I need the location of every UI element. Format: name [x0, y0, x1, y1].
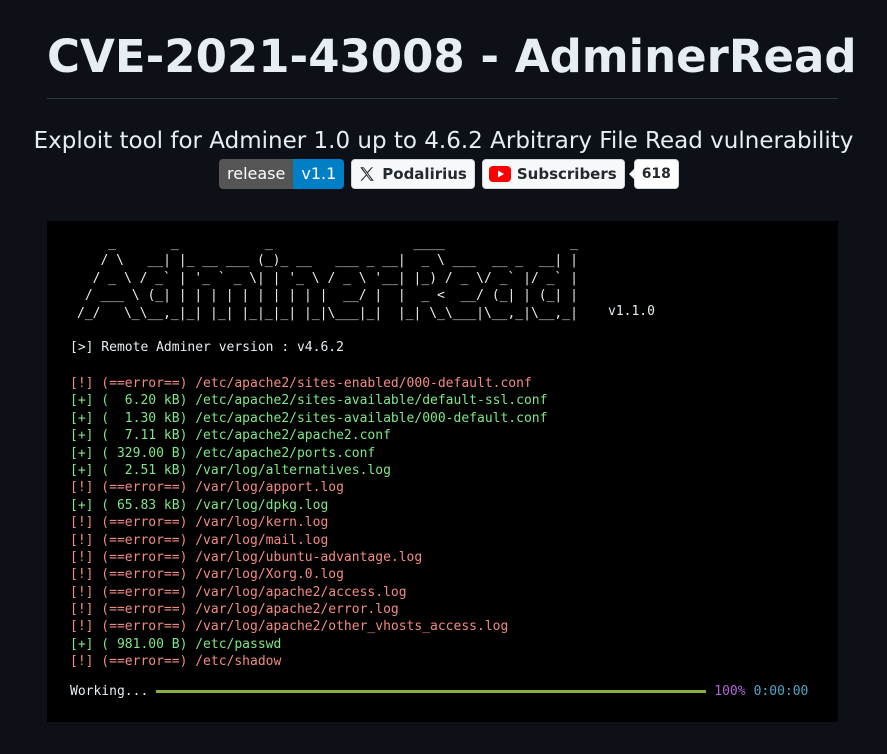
log-line: [!] (==error==) /var/log/apache2/access.…: [70, 584, 407, 600]
x-follow-badge[interactable]: Podalirius: [351, 159, 475, 189]
log-line: [!] (==error==) /var/log/apport.log: [70, 480, 344, 496]
badge-row: release v1.1 Podalirius Subscribers 618: [219, 159, 679, 189]
log-line: [+] ( 6.20 kB) /etc/apache2/sites-availa…: [70, 393, 548, 409]
progress-row: Working... 100% 0:00:00: [70, 683, 830, 700]
count-pointer: [628, 168, 635, 180]
youtube-count-bubble: 618: [628, 159, 679, 189]
log-line: [!] (==error==) /var/log/apache2/other_v…: [70, 619, 509, 635]
log-line: [!] (==error==) /etc/apache2/sites-enabl…: [70, 376, 532, 391]
title-divider: [47, 98, 838, 99]
log-line: [+] ( 7.11 kB) /etc/apache2/apache2.conf: [70, 428, 391, 444]
log-line: [+] ( 981.00 B) /etc/passwd: [70, 636, 282, 652]
ascii-art-banner: _ _ _ ____ _ / \ __| |_ __ ___ (_)_ __ _…: [77, 236, 578, 321]
progress-percent: 100%: [714, 684, 746, 699]
log-line: [!] (==error==) /var/log/ubuntu-advantag…: [70, 549, 423, 565]
log-line: [!] (==error==) /var/log/kern.log: [70, 515, 329, 531]
page-title: CVE-2021-43008 - AdminerRead: [47, 30, 857, 83]
youtube-subscriber-count: 618: [633, 159, 679, 189]
remote-version-line: [>] Remote Adminer version : v4.6.2: [70, 340, 344, 355]
tool-version: v1.1.0: [608, 304, 655, 319]
page-subtitle: Exploit tool for Adminer 1.0 up to 4.6.2…: [33, 128, 854, 154]
release-badge[interactable]: release v1.1: [219, 159, 345, 189]
terminal-output: _ _ _ ____ _ / \ __| |_ __ ___ (_)_ __ _…: [47, 221, 838, 722]
file-read-log: [!] (==error==) /etc/apache2/sites-enabl…: [70, 375, 547, 671]
log-line: [!] (==error==) /var/log/apache2/error.l…: [70, 602, 399, 618]
log-line: [+] ( 65.83 kB) /var/log/dpkg.log: [70, 497, 329, 513]
log-line: [+] ( 329.00 B) /etc/apache2/ports.conf: [70, 445, 376, 461]
x-handle-label: Podalirius: [382, 165, 467, 183]
progress-label: Working...: [70, 684, 149, 699]
release-badge-version: v1.1: [293, 159, 345, 189]
youtube-label: Subscribers: [516, 165, 617, 183]
log-line: [+] ( 2.51 kB) /var/log/alternatives.log: [70, 462, 391, 478]
release-badge-label: release: [219, 159, 294, 189]
progress-bar: [156, 690, 707, 693]
log-line: [!] (==error==) /etc/shadow: [70, 654, 282, 670]
log-line: [!] (==error==) /var/log/Xorg.0.log: [70, 567, 344, 583]
log-line: [+] ( 1.30 kB) /etc/apache2/sites-availa…: [70, 410, 548, 426]
youtube-logo-icon: [488, 166, 511, 182]
youtube-subscribers-badge[interactable]: Subscribers: [481, 159, 625, 189]
progress-bar-fill: [156, 690, 707, 693]
log-line: [!] (==error==) /var/log/mail.log: [70, 532, 329, 548]
x-logo-icon: [358, 165, 376, 183]
elapsed-time: 0:00:00: [753, 684, 809, 699]
